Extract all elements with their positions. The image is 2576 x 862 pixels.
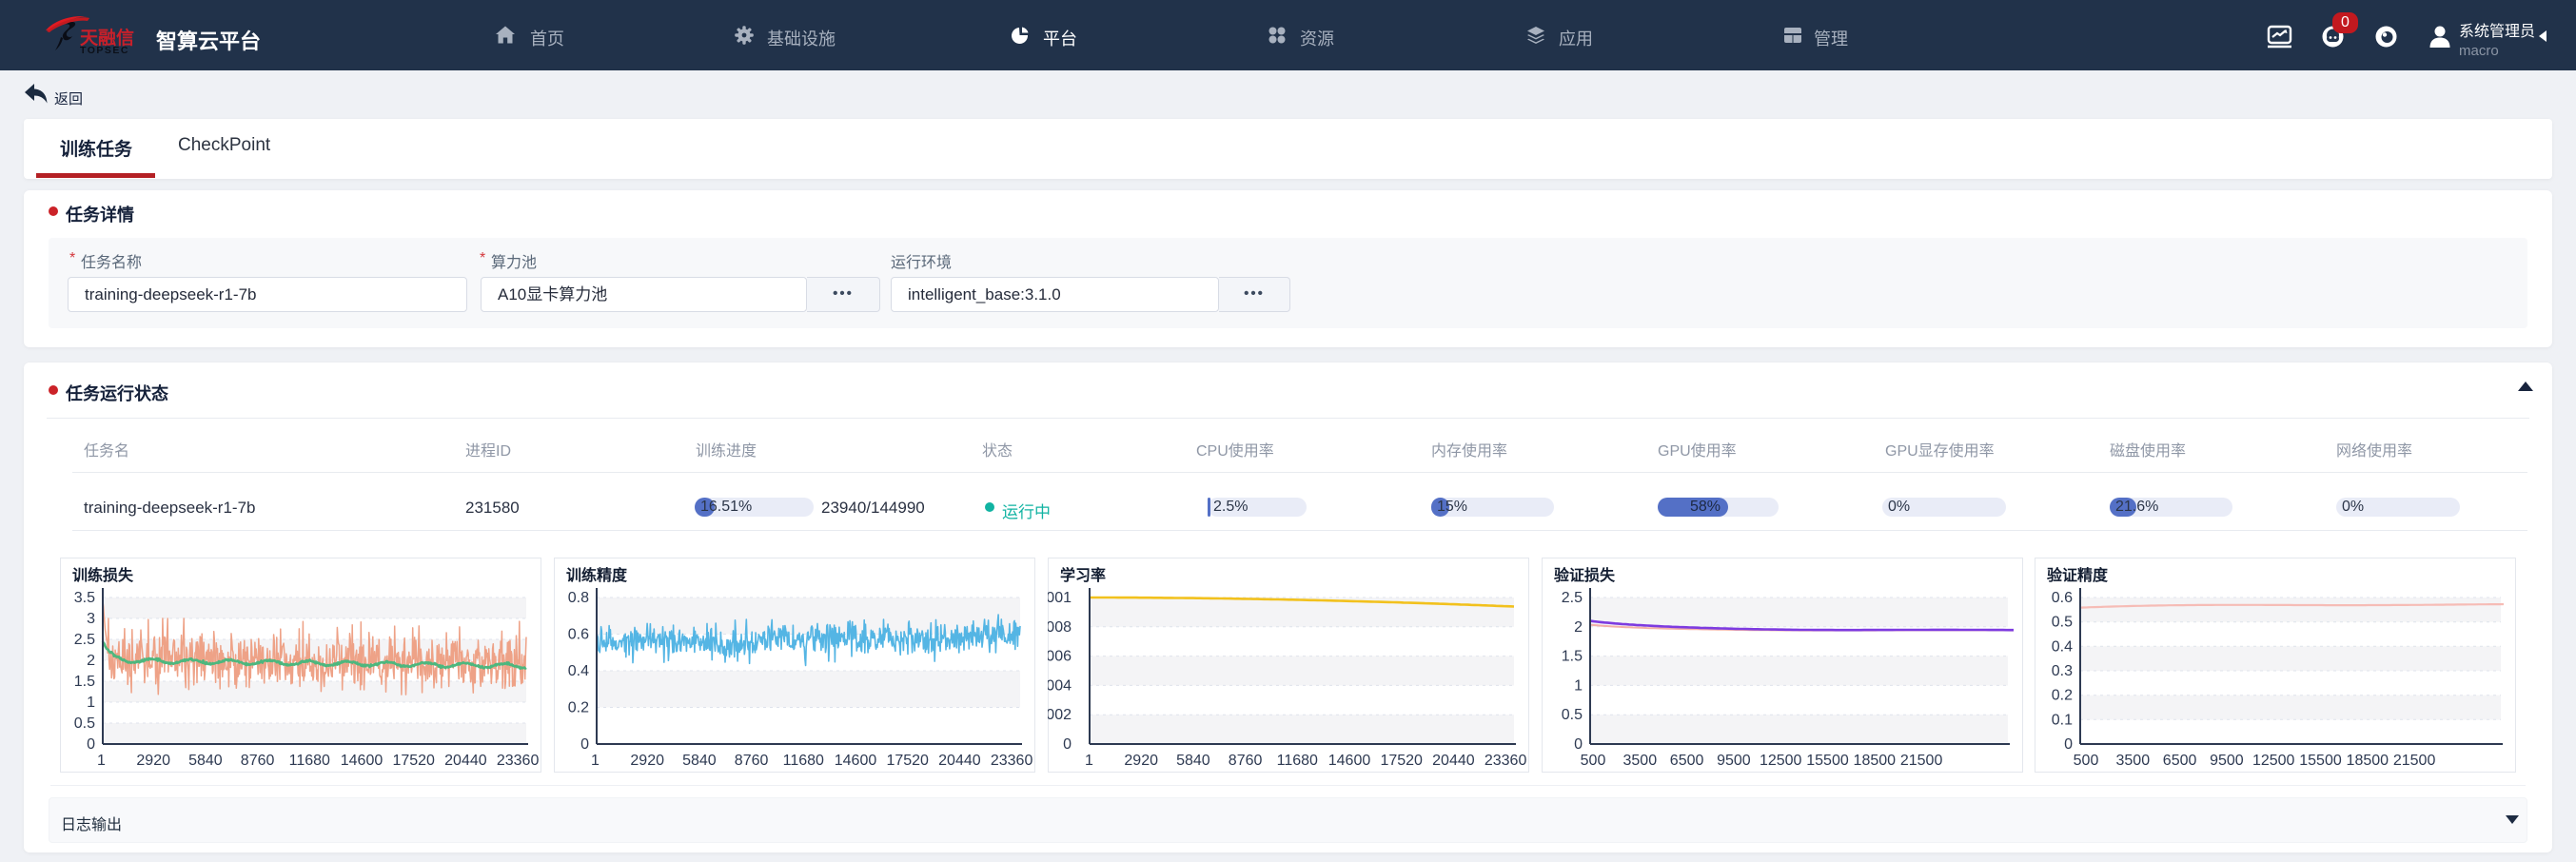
- svg-text:0.1: 0.1: [2052, 712, 2073, 728]
- svg-text:5840: 5840: [188, 753, 223, 769]
- svg-text:0.0006: 0.0006: [1048, 649, 1072, 665]
- svg-text:0.4: 0.4: [568, 663, 589, 679]
- svg-text:18500: 18500: [1854, 753, 1897, 769]
- svg-text:0.0004: 0.0004: [1048, 677, 1072, 694]
- svg-text:14600: 14600: [835, 753, 877, 769]
- svg-text:0.4: 0.4: [2052, 638, 2073, 655]
- svg-text:0.5: 0.5: [1562, 707, 1583, 723]
- svg-text:11680: 11680: [1277, 753, 1318, 769]
- svg-text:0: 0: [2064, 736, 2073, 753]
- svg-text:17520: 17520: [1380, 753, 1423, 769]
- svg-text:20440: 20440: [1432, 753, 1475, 769]
- svg-text:1: 1: [591, 753, 600, 769]
- svg-text:2.5: 2.5: [74, 632, 95, 648]
- svg-text:23360: 23360: [1485, 753, 1527, 769]
- svg-text:2920: 2920: [630, 753, 664, 769]
- svg-text:9500: 9500: [1717, 753, 1751, 769]
- svg-text:2.5: 2.5: [1562, 590, 1583, 606]
- svg-text:6500: 6500: [2163, 753, 2197, 769]
- svg-text:3500: 3500: [1623, 753, 1658, 769]
- svg-text:17520: 17520: [392, 753, 435, 769]
- svg-text:8760: 8760: [735, 753, 769, 769]
- svg-text:3.5: 3.5: [74, 590, 95, 606]
- svg-text:6500: 6500: [1670, 753, 1704, 769]
- svg-text:0: 0: [87, 736, 95, 753]
- svg-text:1: 1: [1574, 677, 1583, 694]
- svg-text:0.6: 0.6: [2052, 590, 2073, 606]
- svg-text:0.001: 0.001: [1048, 590, 1072, 606]
- svg-text:500: 500: [2074, 753, 2099, 769]
- svg-text:9500: 9500: [2210, 753, 2244, 769]
- svg-text:0.5: 0.5: [2052, 615, 2073, 631]
- svg-text:0.0002: 0.0002: [1048, 707, 1072, 723]
- svg-text:0: 0: [1574, 736, 1583, 753]
- svg-text:12500: 12500: [1760, 753, 1802, 769]
- svg-text:14600: 14600: [1328, 753, 1371, 769]
- svg-text:1: 1: [87, 695, 95, 711]
- svg-text:20440: 20440: [938, 753, 981, 769]
- svg-text:20440: 20440: [444, 753, 487, 769]
- svg-text:15500: 15500: [2299, 753, 2342, 769]
- svg-text:15500: 15500: [1806, 753, 1849, 769]
- svg-text:0.5: 0.5: [74, 715, 95, 732]
- svg-text:3500: 3500: [2116, 753, 2151, 769]
- svg-text:5840: 5840: [1176, 753, 1210, 769]
- svg-text:0.8: 0.8: [568, 590, 589, 606]
- svg-text:12500: 12500: [2252, 753, 2295, 769]
- svg-text:学习率: 学习率: [1060, 566, 1106, 584]
- svg-text:8760: 8760: [1229, 753, 1263, 769]
- svg-text:0.6: 0.6: [568, 627, 589, 643]
- svg-text:1.5: 1.5: [1562, 649, 1583, 665]
- svg-text:0.3: 0.3: [2052, 663, 2073, 679]
- svg-text:11680: 11680: [783, 753, 824, 769]
- svg-text:18500: 18500: [2347, 753, 2389, 769]
- svg-text:21500: 21500: [2393, 753, 2436, 769]
- svg-text:训练损失: 训练损失: [72, 566, 134, 584]
- svg-text:8760: 8760: [241, 753, 275, 769]
- svg-text:5840: 5840: [682, 753, 717, 769]
- svg-text:2920: 2920: [1124, 753, 1158, 769]
- svg-text:0: 0: [580, 736, 589, 753]
- svg-text:0.2: 0.2: [568, 700, 589, 716]
- svg-text:3: 3: [87, 611, 95, 627]
- svg-text:500: 500: [1581, 753, 1606, 769]
- svg-text:23360: 23360: [497, 753, 540, 769]
- svg-text:1: 1: [1085, 753, 1093, 769]
- svg-text:0.0008: 0.0008: [1048, 619, 1072, 636]
- svg-text:1: 1: [97, 753, 106, 769]
- svg-text:2920: 2920: [136, 753, 170, 769]
- svg-text:21500: 21500: [1900, 753, 1943, 769]
- svg-text:14600: 14600: [341, 753, 383, 769]
- svg-text:17520: 17520: [886, 753, 929, 769]
- svg-text:TOPSEC: TOPSEC: [80, 45, 129, 56]
- svg-text:1.5: 1.5: [74, 674, 95, 690]
- svg-text:训练精度: 训练精度: [566, 566, 628, 584]
- svg-text:验证损失: 验证损失: [1554, 566, 1616, 584]
- svg-text:11680: 11680: [289, 753, 330, 769]
- svg-text:0: 0: [1063, 736, 1072, 753]
- svg-text:0.2: 0.2: [2052, 688, 2073, 704]
- svg-text:验证精度: 验证精度: [2047, 566, 2109, 584]
- svg-text:2: 2: [87, 653, 95, 669]
- svg-text:2: 2: [1574, 619, 1583, 636]
- svg-text:23360: 23360: [991, 753, 1033, 769]
